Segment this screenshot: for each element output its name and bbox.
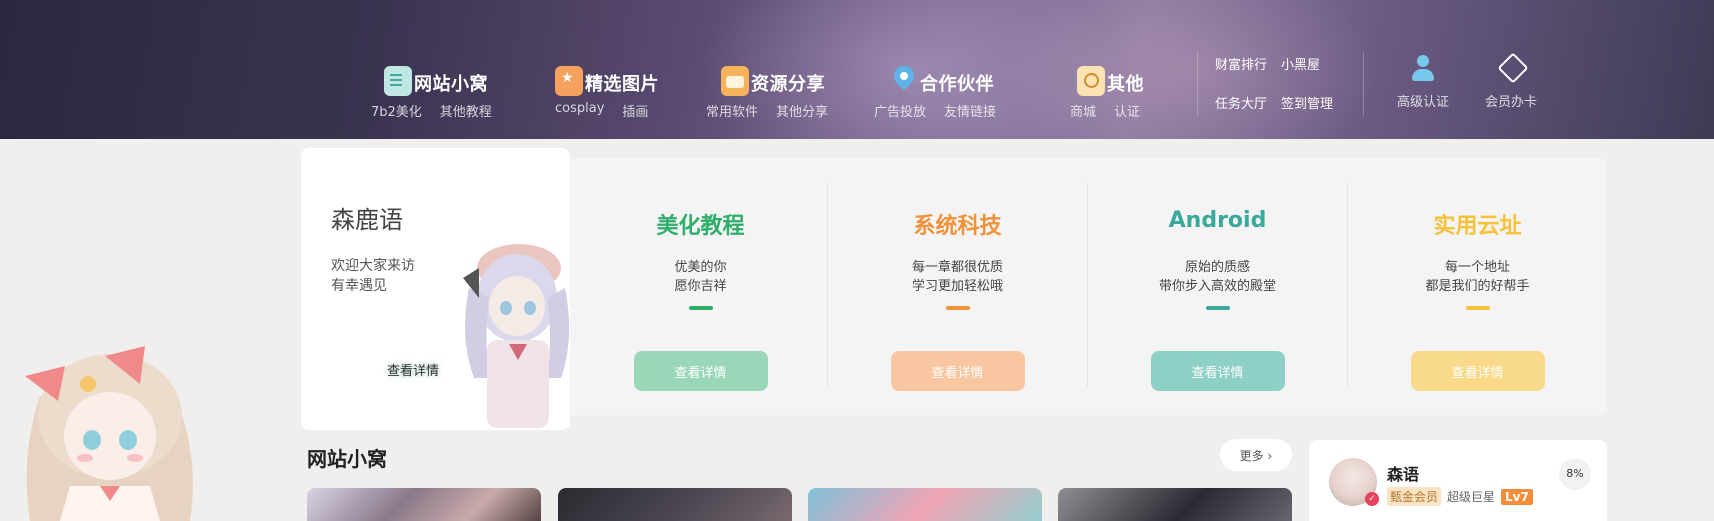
nav-group-site[interactable]: 网站小窝 7b2美化 其他教程 <box>371 56 492 120</box>
intro-desc-line: 欢迎大家来访 <box>331 258 415 274</box>
feature-desc-line: 优美的你 <box>674 260 727 275</box>
nav-sub-link[interactable]: 广告投放 <box>874 101 926 120</box>
nav-sub-link[interactable]: 插画 <box>622 101 648 120</box>
anime-girl-illustration <box>463 244 570 428</box>
nav-group-images[interactable]: 精选图片 cosplay 插画 <box>555 56 659 120</box>
action-label: 高级认证 <box>1396 95 1449 110</box>
chevron-right-icon: › <box>1267 448 1273 463</box>
feature-accent-bar <box>1205 306 1230 310</box>
feature-title: 系统科技 <box>913 214 1002 239</box>
feature-detail-button[interactable]: 查看详情 <box>1410 351 1545 391</box>
quick-links: 财富排行 小黑屋 任务大厅 签到管理 <box>1215 54 1333 113</box>
feature-android: Android 原始的质感带你步入高效的殿堂 查看详情 <box>1087 158 1348 415</box>
post-thumbnail[interactable] <box>307 488 541 521</box>
diamond-icon <box>1497 54 1525 82</box>
level-badge: Lv7 <box>1501 488 1533 505</box>
profile-card: ✓ 森语 甄金会员 超级巨星 Lv7 8% <box>1309 440 1607 521</box>
mascot-illustration <box>25 346 193 521</box>
feature-desc-line: 学习更加轻松哦 <box>911 279 1003 294</box>
nav-label[interactable]: 网站小窝 <box>414 74 488 96</box>
advanced-verify-button[interactable]: 高级认证 <box>1387 54 1459 110</box>
nav-label[interactable]: 精选图片 <box>585 74 659 96</box>
feature-desc-line: 每一个地址 <box>1444 260 1510 275</box>
feature-accent-bar <box>945 306 970 310</box>
nav-label[interactable]: 资源分享 <box>751 74 825 96</box>
nav-sub-link[interactable]: 常用软件 <box>706 101 758 120</box>
feature-desc-line: 原始的质感 <box>1184 260 1250 275</box>
feature-desc-line: 每一章都很优质 <box>911 260 1003 275</box>
feature-desc: 原始的质感带你步入高效的殿堂 <box>1087 258 1348 296</box>
profile-name[interactable]: 森语 <box>1387 461 1419 485</box>
nav-sub-link[interactable]: 其他分享 <box>776 101 828 120</box>
quick-link-wealth-rank[interactable]: 财富排行 <box>1215 54 1267 74</box>
feature-desc: 优美的你 愿你吉祥 <box>570 258 831 296</box>
rank-label: 超级巨星 <box>1447 490 1496 504</box>
more-label: 更多 <box>1239 448 1264 463</box>
feature-cloud: 实用云址 每一个地址都是我们的好帮手 查看详情 <box>1347 158 1608 415</box>
feature-desc: 每一个地址都是我们的好帮手 <box>1347 258 1608 296</box>
divider <box>1197 52 1198 116</box>
top-header: 网站小窝 7b2美化其他教程 精选图片 cosplay插画 资源分享 常用软件其… <box>0 0 1714 139</box>
star-bookmark-icon <box>555 66 583 96</box>
feature-title: 实用云址 <box>1433 214 1522 239</box>
feature-title: 美化教程 <box>656 214 745 239</box>
feature-tech: 系统科技 每一章都很优质 学习更加轻松哦 查看详情 <box>827 158 1088 415</box>
feature-desc-line: 愿你吉祥 <box>674 279 727 294</box>
intro-desc: 欢迎大家来访 有幸遇见 <box>331 256 415 296</box>
feature-detail-button[interactable]: 查看详情 <box>633 351 768 391</box>
intro-detail-button[interactable]: 查看详情 <box>387 360 439 379</box>
progress-percent: 8% <box>1559 458 1591 490</box>
feature-title: Android <box>1168 208 1267 233</box>
feature-beautify: 美化教程 优美的你愿你吉祥 查看详情 <box>570 158 831 415</box>
intro-card: 森鹿语 欢迎大家来访 有幸遇见 查看详情 <box>301 148 570 430</box>
post-thumbnail[interactable] <box>808 488 1042 521</box>
feature-desc-line: 都是我们的好帮手 <box>1425 279 1530 294</box>
nav-sub-link[interactable]: cosplay <box>555 101 604 120</box>
user-icon <box>1409 54 1437 82</box>
nav-group-resources[interactable]: 资源分享 常用软件 其他分享 <box>706 56 828 120</box>
nav-group-other[interactable]: 其他 商城 认证 <box>1070 56 1144 120</box>
feature-accent-bar <box>688 306 713 310</box>
action-label: 会员办卡 <box>1484 95 1537 110</box>
verified-badge-icon: ✓ <box>1365 492 1379 506</box>
quick-link-blacklist[interactable]: 小黑屋 <box>1281 54 1320 74</box>
nav-sub-link[interactable]: 友情链接 <box>944 101 996 120</box>
feature-detail-button[interactable]: 查看详情 <box>890 351 1025 391</box>
avatar[interactable]: ✓ <box>1329 458 1379 506</box>
nav-group-partners[interactable]: 合作伙伴 广告投放 友情链接 <box>874 56 996 120</box>
nav-label[interactable]: 合作伙伴 <box>920 74 994 96</box>
post-thumbnail[interactable] <box>1058 488 1292 521</box>
nav-label[interactable]: 其他 <box>1107 74 1144 96</box>
nav-sub-link[interactable]: 商城 <box>1070 101 1096 120</box>
quick-link-task-hall[interactable]: 任务大厅 <box>1215 93 1267 113</box>
nav-sub-link[interactable]: 其他教程 <box>440 101 492 120</box>
nav-sub-link[interactable]: 认证 <box>1114 101 1140 120</box>
document-icon <box>384 66 412 96</box>
section-title: 网站小窝 <box>307 447 387 471</box>
intro-desc-line: 有幸遇见 <box>331 278 387 294</box>
search-note-icon <box>1077 66 1105 96</box>
feature-desc: 每一章都很优质 学习更加轻松哦 <box>827 258 1088 296</box>
nav-sub-link[interactable]: 7b2美化 <box>371 101 422 120</box>
profile-tags: 甄金会员 超级巨星 Lv7 <box>1387 487 1533 506</box>
intro-title: 森鹿语 <box>331 206 403 234</box>
briefcase-icon <box>721 66 749 96</box>
vip-badge: 甄金会员 <box>1387 487 1442 506</box>
feature-detail-button[interactable]: 查看详情 <box>1150 351 1285 391</box>
post-thumbnail[interactable] <box>558 488 792 521</box>
more-button[interactable]: 更多 › <box>1220 439 1292 471</box>
membership-card-button[interactable]: 会员办卡 <box>1475 54 1547 110</box>
quick-link-checkin[interactable]: 签到管理 <box>1281 93 1333 113</box>
feature-desc-line: 带你步入高效的殿堂 <box>1158 279 1276 294</box>
location-pin-icon <box>890 66 918 96</box>
divider <box>1363 52 1364 116</box>
feature-accent-bar <box>1465 306 1490 310</box>
